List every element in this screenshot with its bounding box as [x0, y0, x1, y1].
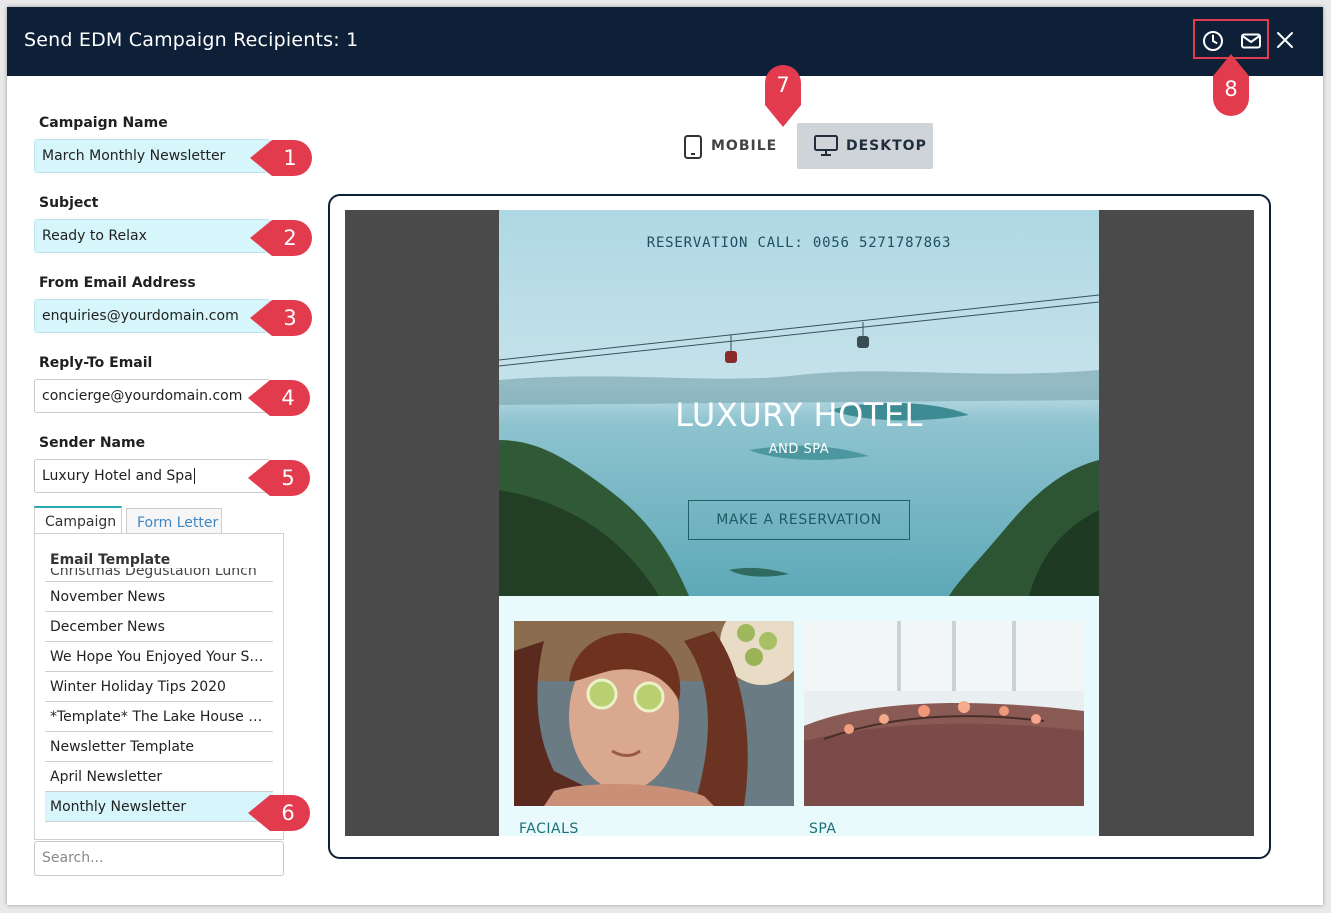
dialog-header: Send EDM Campaign Recipients: 1	[7, 7, 1323, 76]
text-cursor: ​	[193, 468, 195, 484]
list-item[interactable]: November News	[45, 582, 273, 612]
list-item[interactable]: *Template* The Lake House Ne...	[45, 702, 273, 732]
reservation-call-text: RESERVATION CALL: 0056 5271787863	[646, 235, 952, 251]
facials-label: FACIALS	[519, 821, 579, 836]
brand-subtitle: AND SPA	[768, 442, 830, 457]
tab-campaign[interactable]: Campaign	[34, 506, 122, 535]
close-icon[interactable]	[1272, 27, 1298, 53]
callout-marker-4: 4	[248, 378, 310, 418]
sender-name-value: Luxury Hotel and Spa	[42, 468, 193, 484]
clock-icon[interactable]	[1202, 30, 1224, 52]
list-item[interactable]: We Hope You Enjoyed Your Stay!	[45, 642, 273, 672]
sender-name-label: Sender Name	[39, 435, 146, 451]
hero-image: RESERVATION CALL: 0056 5271787863 LUXURY…	[499, 210, 1099, 596]
callout-marker-3: 3	[250, 298, 312, 338]
brand-title: LUXURY HOTEL	[675, 396, 923, 434]
mobile-view-button[interactable]: MOBILE	[675, 123, 778, 169]
facials-card-image	[514, 621, 794, 806]
from-email-label: From Email Address	[39, 275, 196, 291]
send-campaign-dialog: Send EDM Campaign Recipients: 1 Campaign…	[7, 7, 1323, 905]
spa-label: SPA	[809, 821, 837, 836]
template-panel: Email Template Christmas Degustation Lun…	[34, 533, 284, 840]
list-item[interactable]: Winter Holiday Tips 2020	[45, 672, 273, 702]
list-item[interactable]: April Newsletter	[45, 762, 273, 792]
subject-input[interactable]: Ready to Relax	[34, 219, 270, 253]
from-email-input[interactable]: enquiries@yourdomain.com	[34, 299, 270, 333]
callout-marker-6: 6	[248, 793, 310, 833]
callout-marker-2: 2	[250, 218, 312, 258]
desktop-view-label: DESKTOP	[846, 138, 927, 154]
callout-marker-7: 7	[763, 63, 803, 127]
list-item[interactable]: Christmas Degustation Lunch	[45, 568, 273, 582]
email-preview-frame: RESERVATION CALL: 0056 5271787863 LUXURY…	[328, 194, 1271, 859]
preview-canvas: RESERVATION CALL: 0056 5271787863 LUXURY…	[345, 210, 1254, 836]
header-actions-highlight	[1193, 19, 1269, 59]
reply-to-label: Reply-To Email	[39, 355, 153, 371]
campaign-name-input[interactable]: March Monthly Newsletter	[34, 139, 270, 173]
subject-label: Subject	[39, 195, 99, 211]
campaign-name-label: Campaign Name	[39, 115, 168, 131]
template-list: Christmas Degustation Lunch November New…	[45, 568, 273, 822]
make-reservation-button[interactable]: MAKE A RESERVATION	[688, 500, 910, 540]
mobile-device-icon	[684, 135, 702, 159]
template-search-input[interactable]: Search...	[34, 841, 284, 876]
tab-form-letter[interactable]: Form Letter	[126, 508, 222, 535]
reply-to-input[interactable]: concierge@yourdomain.com	[34, 379, 270, 413]
callout-marker-8: 8	[1211, 54, 1251, 118]
mobile-view-label: MOBILE	[711, 138, 778, 154]
desktop-view-button[interactable]: DESKTOP	[797, 123, 933, 169]
dialog-title: Send EDM Campaign Recipients: 1	[24, 29, 359, 51]
sender-name-input[interactable]: Luxury Hotel and Spa​	[34, 459, 270, 493]
callout-marker-5: 5	[248, 458, 310, 498]
email-body: RESERVATION CALL: 0056 5271787863 LUXURY…	[499, 210, 1099, 836]
list-item[interactable]: Newsletter Template	[45, 732, 273, 762]
callout-marker-1: 1	[250, 138, 312, 178]
list-item[interactable]: December News	[45, 612, 273, 642]
spa-card-image	[804, 621, 1084, 806]
list-item-selected[interactable]: Monthly Newsletter	[45, 792, 273, 822]
template-list-heading: Email Template	[50, 552, 171, 568]
envelope-icon[interactable]	[1240, 30, 1262, 52]
desktop-monitor-icon	[814, 135, 838, 156]
